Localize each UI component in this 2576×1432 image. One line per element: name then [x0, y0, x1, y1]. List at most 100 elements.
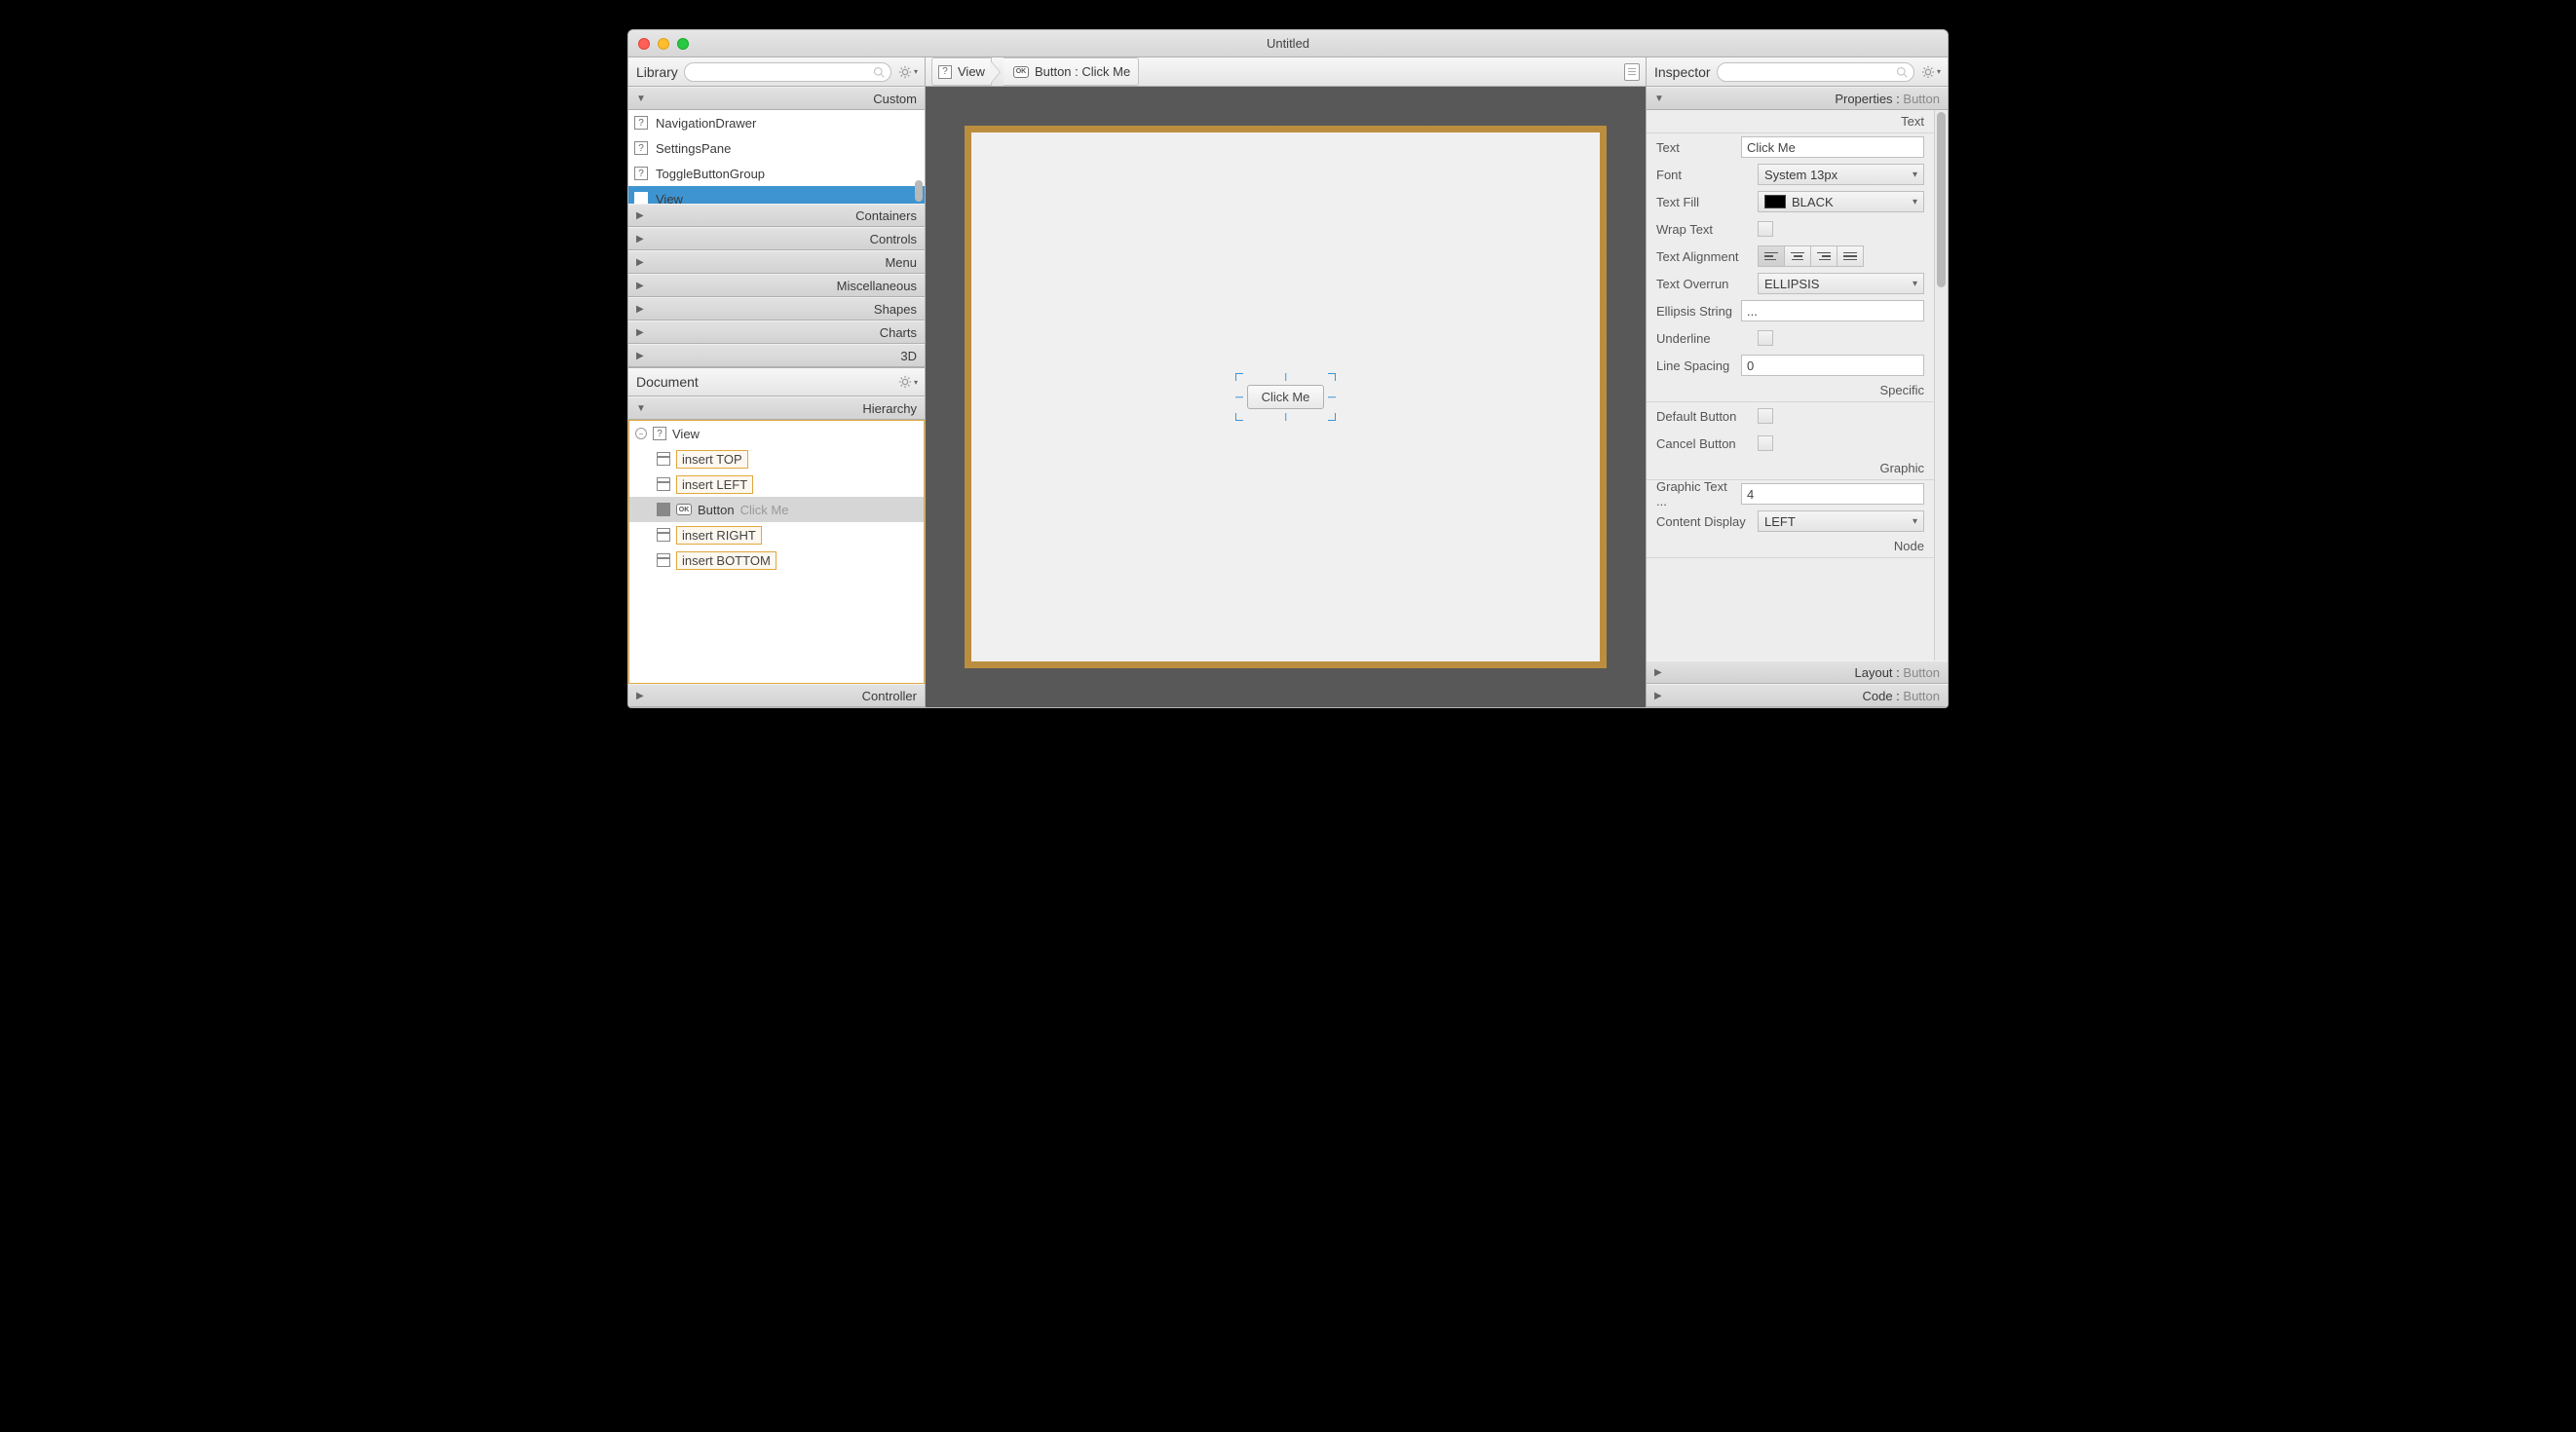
selection-handle-icon[interactable]	[1328, 396, 1336, 398]
scrollbar-thumb[interactable]	[1937, 112, 1946, 287]
canvas-root-view[interactable]: Click Me	[965, 126, 1607, 668]
inspector-search[interactable]	[1717, 62, 1914, 82]
prop-overrun: Text Overrun ELLIPSIS	[1647, 270, 1934, 297]
breadcrumb-button[interactable]: OK Button : Click Me	[1004, 57, 1139, 86]
prop-content-display: Content Display LEFT	[1647, 508, 1934, 535]
chevron-right-icon: ▶	[636, 234, 644, 245]
section-charts[interactable]: ▶Charts	[628, 320, 925, 344]
hierarchy-section[interactable]: ▼ Hierarchy	[628, 396, 925, 420]
titlebar: Untitled	[628, 30, 1948, 57]
prop-alignment: Text Alignment	[1647, 243, 1934, 270]
breadcrumb-bar: ? View OK Button : Click Me	[926, 57, 1646, 87]
inspector-panel: Inspector ▾ ▼ Properties : Button Text T…	[1646, 57, 1948, 707]
graphic-text-gap-input[interactable]	[1741, 483, 1924, 505]
library-list-custom: ? NavigationDrawer ? SettingsPane ? Togg…	[628, 110, 925, 204]
chevron-right-icon: ▶	[636, 281, 644, 291]
text-input[interactable]	[1741, 136, 1924, 158]
section-menu[interactable]: ▶Menu	[628, 250, 925, 274]
font-combo[interactable]: System 13px	[1758, 164, 1924, 185]
hierarchy-insert-top[interactable]: insert TOP	[629, 446, 924, 471]
content: Library ▾ ▼ Custom ?	[628, 57, 1948, 707]
document-gear-button[interactable]: ▾	[897, 373, 919, 391]
selection-handle-icon[interactable]	[1328, 413, 1336, 421]
overrun-combo[interactable]: ELLIPSIS	[1758, 273, 1924, 294]
textfill-combo[interactable]: BLACK	[1758, 191, 1924, 212]
chevron-right-icon: ▶	[1654, 667, 1662, 678]
ellipsis-input[interactable]	[1741, 300, 1924, 321]
hierarchy-insert-bottom[interactable]: insert BOTTOM	[629, 547, 924, 573]
default-button-checkbox[interactable]	[1758, 408, 1773, 424]
inspector-header: Inspector ▾	[1647, 57, 1948, 87]
align-center-button[interactable]	[1784, 245, 1811, 267]
app-window: Untitled Library ▾ ▼ Custom	[627, 29, 1949, 708]
breadcrumb-chevron-icon	[992, 57, 1004, 87]
hierarchy-insert-left[interactable]: insert LEFT	[629, 471, 924, 497]
alignment-toggle-group	[1758, 245, 1864, 267]
selection-handle-icon[interactable]	[1285, 413, 1287, 421]
controller-section[interactable]: ▶ Controller	[628, 684, 925, 707]
unknown-icon: ?	[634, 116, 648, 130]
unknown-icon: ?	[634, 141, 648, 155]
window-title: Untitled	[628, 36, 1948, 51]
prop-text: Text	[1647, 133, 1934, 161]
hierarchy-button-node[interactable]: OK Button Click Me	[629, 497, 924, 522]
code-section[interactable]: ▶ Code : Button	[1647, 684, 1948, 707]
selection-handle-icon[interactable]	[1235, 396, 1243, 398]
section-containers[interactable]: ▶Containers	[628, 204, 925, 227]
document-header: Document ▾	[628, 367, 925, 396]
hierarchy-root-view[interactable]: − ? View	[629, 421, 924, 446]
linespacing-input[interactable]	[1741, 355, 1924, 376]
align-left-button[interactable]	[1758, 245, 1785, 267]
scrollbar-thumb[interactable]	[915, 180, 923, 202]
gear-icon	[898, 375, 912, 389]
section-miscellaneous[interactable]: ▶Miscellaneous	[628, 274, 925, 297]
library-accordion: ▼ Custom ? NavigationDrawer ? SettingsPa…	[628, 87, 925, 367]
content-display-combo[interactable]: LEFT	[1758, 510, 1924, 532]
hierarchy-tree: − ? View insert TOP insert LEFT OK	[628, 420, 925, 684]
document-title: Document	[636, 374, 699, 390]
inspector-gear-button[interactable]: ▾	[1920, 63, 1942, 81]
align-right-button[interactable]	[1810, 245, 1837, 267]
selection-handle-icon[interactable]	[1235, 373, 1243, 381]
disclosure-icon[interactable]: −	[635, 428, 647, 439]
prop-ellipsis: Ellipsis String	[1647, 297, 1934, 324]
section-3d[interactable]: ▶3D	[628, 344, 925, 367]
library-item-view[interactable]: ? View	[628, 186, 925, 204]
canvas-button[interactable]: Click Me	[1247, 385, 1325, 409]
hierarchy-insert-right[interactable]: insert RIGHT	[629, 522, 924, 547]
selection-overlay: Click Me	[1247, 385, 1325, 409]
document-icon[interactable]	[1624, 63, 1640, 81]
selection-handle-icon[interactable]	[1285, 373, 1287, 381]
prop-wraptext: Wrap Text	[1647, 215, 1934, 243]
pane-icon	[657, 503, 670, 516]
wrap-text-checkbox[interactable]	[1758, 221, 1773, 237]
gear-icon	[1921, 65, 1935, 79]
underline-checkbox[interactable]	[1758, 330, 1773, 346]
prop-linespacing: Line Spacing	[1647, 352, 1934, 379]
prop-cancel-button: Cancel Button	[1647, 430, 1934, 457]
section-shapes[interactable]: ▶Shapes	[628, 297, 925, 320]
cancel-button-checkbox[interactable]	[1758, 435, 1773, 451]
library-gear-button[interactable]: ▾	[897, 63, 919, 81]
library-item-togglebuttongroup[interactable]: ? ToggleButtonGroup	[628, 161, 925, 186]
library-item-settingspane[interactable]: ? SettingsPane	[628, 135, 925, 161]
selection-handle-icon[interactable]	[1328, 373, 1336, 381]
selection-handle-icon[interactable]	[1235, 413, 1243, 421]
section-custom[interactable]: ▼ Custom	[628, 87, 925, 110]
group-text: Text	[1647, 110, 1934, 133]
section-controls[interactable]: ▶Controls	[628, 227, 925, 250]
prop-underline: Underline	[1647, 324, 1934, 352]
inspector-scrollbar[interactable]	[1934, 110, 1948, 660]
prop-font: Font System 13px	[1647, 161, 1934, 188]
breadcrumb-view[interactable]: ? View	[931, 57, 992, 86]
library-item-navigationdrawer[interactable]: ? NavigationDrawer	[628, 110, 925, 135]
chevron-right-icon: ▶	[636, 691, 644, 701]
chevron-right-icon: ▶	[1654, 691, 1662, 701]
properties-section[interactable]: ▼ Properties : Button	[1647, 87, 1948, 110]
layout-section[interactable]: ▶ Layout : Button	[1647, 660, 1948, 684]
chevron-down-icon: ▼	[636, 403, 646, 414]
unknown-icon: ?	[634, 167, 648, 180]
library-search[interactable]	[684, 62, 891, 82]
canvas-area[interactable]: Click Me	[926, 87, 1646, 707]
align-justify-button[interactable]	[1837, 245, 1864, 267]
